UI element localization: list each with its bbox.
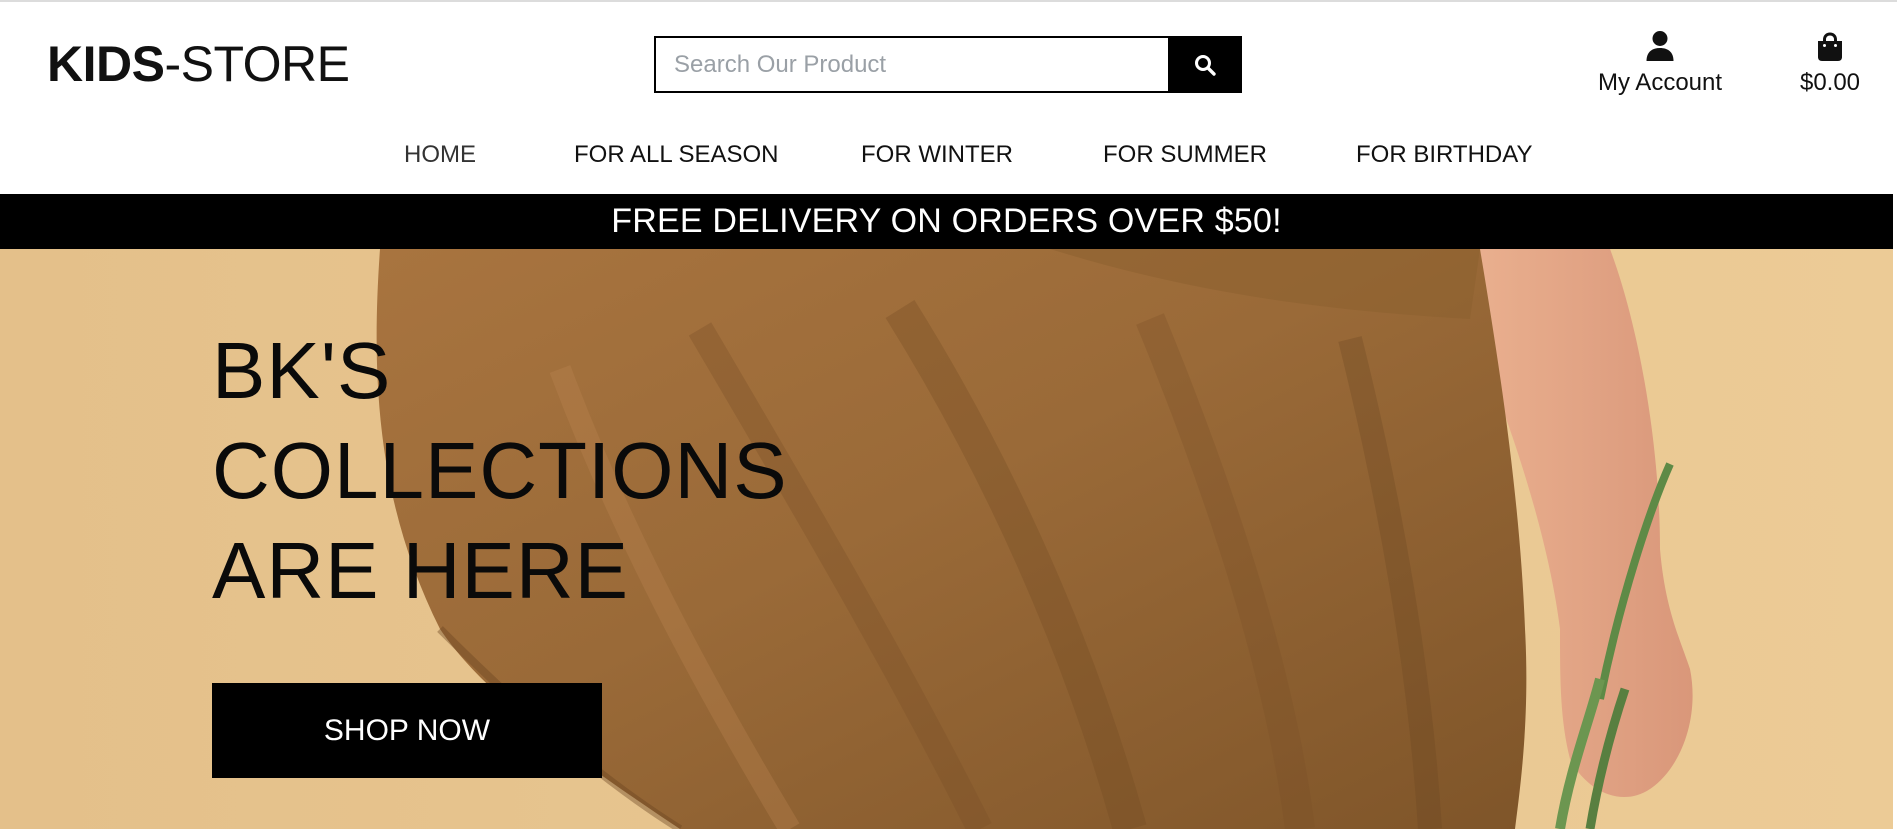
cart-total: $0.00 bbox=[1799, 69, 1861, 96]
my-account-label: My Account bbox=[1597, 69, 1723, 96]
hero-title-line-2: COLLECTIONS bbox=[212, 426, 788, 515]
search-input[interactable] bbox=[654, 36, 1168, 93]
nav-item-for-winter[interactable]: FOR WINTER bbox=[861, 138, 1013, 172]
hero-section: BK'S COLLECTIONS ARE HERE SHOP NOW bbox=[0, 249, 1893, 829]
logo-light-text: -STORE bbox=[164, 36, 350, 92]
free-delivery-banner: FREE DELIVERY ON ORDERS OVER $50! bbox=[0, 194, 1893, 249]
site-header: KIDS-STORE My Account bbox=[0, 0, 1897, 194]
search-form bbox=[654, 36, 1242, 93]
logo-bold-text: KIDS bbox=[47, 36, 165, 92]
shop-now-button[interactable]: SHOP NOW bbox=[212, 683, 602, 778]
shopping-bag-icon bbox=[1818, 32, 1842, 61]
search-icon bbox=[1195, 54, 1216, 76]
site-logo[interactable]: KIDS-STORE bbox=[47, 36, 350, 92]
user-icon-wrap bbox=[1592, 28, 1728, 62]
search-button[interactable] bbox=[1168, 36, 1242, 93]
nav-item-home[interactable]: HOME bbox=[404, 138, 476, 172]
nav-item-for-summer[interactable]: FOR SUMMER bbox=[1103, 138, 1267, 172]
main-nav: HOME FOR ALL SEASON FOR WINTER FOR SUMME… bbox=[0, 138, 1897, 172]
hero-title: BK'S COLLECTIONS ARE HERE bbox=[212, 321, 912, 621]
user-icon bbox=[1646, 31, 1674, 61]
shopping-bag-icon-wrap bbox=[1782, 28, 1878, 62]
hero-title-line-3: ARE HERE bbox=[212, 526, 629, 615]
my-account-link[interactable]: My Account bbox=[1592, 28, 1728, 98]
hero-title-line-1: BK'S bbox=[212, 326, 392, 415]
nav-item-for-birthday[interactable]: FOR BIRTHDAY bbox=[1356, 138, 1532, 172]
nav-item-for-all-season[interactable]: FOR ALL SEASON bbox=[574, 138, 779, 172]
page: KIDS-STORE My Account bbox=[0, 0, 1897, 829]
cart-link[interactable]: $0.00 bbox=[1782, 28, 1878, 98]
